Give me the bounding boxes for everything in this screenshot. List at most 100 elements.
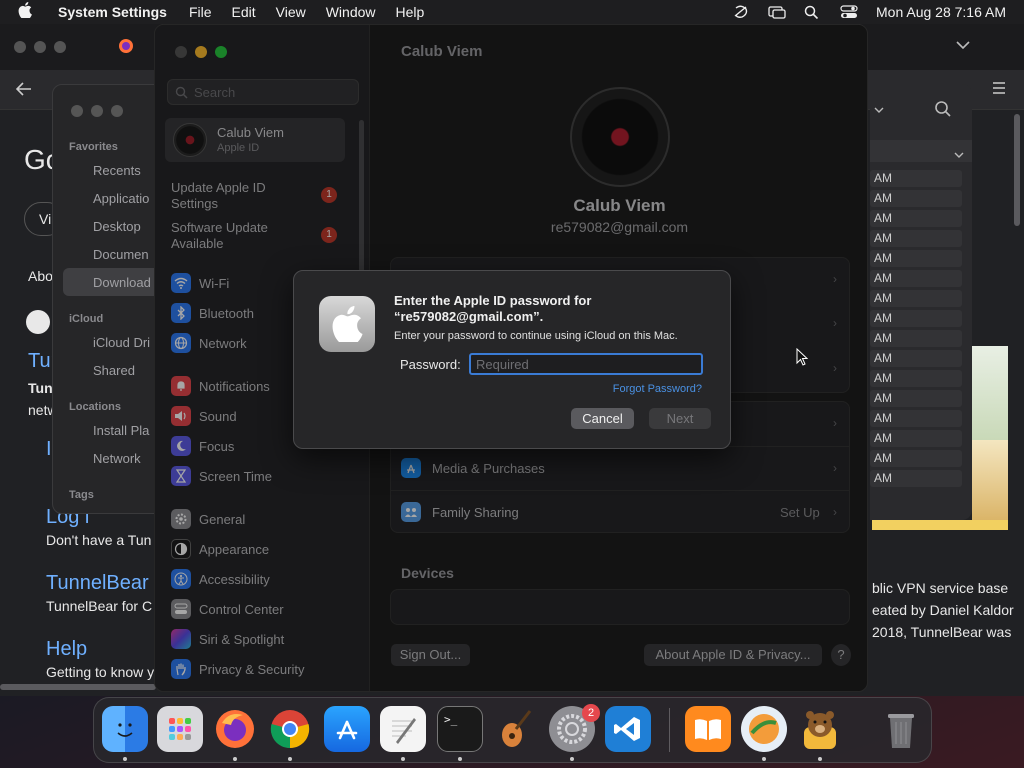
finder-item-downloads[interactable]: Download xyxy=(93,275,151,290)
dialog-message: Enter your password to continue using iC… xyxy=(394,330,678,342)
menu-bar: System Settings File Edit View Window He… xyxy=(0,0,1024,24)
timelist-filter-chevron-icon xyxy=(954,147,964,162)
timelist-dropdown-chevron-icon[interactable] xyxy=(874,102,884,117)
spotlight-search-icon[interactable] xyxy=(804,5,822,20)
finder-section-favorites: Favorites xyxy=(69,141,118,153)
timelist-search-icon[interactable] xyxy=(934,100,952,121)
timelist-filter-bar[interactable] xyxy=(870,140,972,162)
finder-item-network[interactable]: Network xyxy=(93,451,141,466)
textedit-icon[interactable] xyxy=(380,706,426,752)
next-button[interactable]: Next xyxy=(649,408,711,429)
time-row[interactable]: AM xyxy=(870,250,962,267)
trash-icon[interactable] xyxy=(878,706,924,752)
firefox-tab-icon[interactable] xyxy=(118,38,134,57)
browser-horizontal-scrollbar[interactable] xyxy=(0,684,156,690)
books-icon[interactable] xyxy=(685,706,731,752)
running-indicator xyxy=(458,757,462,761)
finder-section-icloud: iCloud xyxy=(69,313,104,325)
time-row[interactable]: AM xyxy=(870,330,962,347)
page-text-getting-to-know: Getting to know y xyxy=(46,664,155,680)
menu-window[interactable]: Window xyxy=(326,4,376,20)
apple-menu-icon[interactable] xyxy=(18,1,40,23)
finder-item-shared[interactable]: Shared xyxy=(93,363,135,378)
time-row[interactable]: AM xyxy=(870,170,962,187)
page-link-help[interactable]: Help xyxy=(46,638,87,661)
finder-minimize-button[interactable] xyxy=(91,105,103,117)
finder-item-install[interactable]: Install Pla xyxy=(93,423,149,438)
finder-item-applications[interactable]: Applicatio xyxy=(93,191,149,206)
dock: >_ 2 xyxy=(93,697,932,763)
terminal-prompt: >_ xyxy=(444,713,458,726)
site-logo-icon xyxy=(26,310,50,334)
page-text-no-account: Don't have a Tun xyxy=(46,532,152,548)
browser-zoom-button[interactable] xyxy=(54,41,66,53)
time-row[interactable]: AM xyxy=(870,270,962,287)
vpn-status-icon[interactable] xyxy=(732,5,750,19)
finder-item-recents[interactable]: Recents xyxy=(93,163,141,178)
tab-list-chevron-icon[interactable] xyxy=(956,38,970,53)
time-row[interactable]: AM xyxy=(870,290,962,307)
mouse-cursor-icon xyxy=(796,347,809,369)
tunnelbear-icon[interactable] xyxy=(797,706,843,752)
firefox-icon[interactable] xyxy=(212,706,258,752)
menu-edit[interactable]: Edit xyxy=(232,4,256,20)
menu-view[interactable]: View xyxy=(276,4,306,20)
time-row[interactable]: AM xyxy=(870,470,962,487)
page-wiki-line-2: eated by Daniel Kaldor xyxy=(872,602,1014,618)
chrome-icon[interactable] xyxy=(267,706,313,752)
garageband-icon[interactable] xyxy=(493,706,539,752)
browser-close-button[interactable] xyxy=(14,41,26,53)
running-indicator xyxy=(233,757,237,761)
control-center-toggle-icon[interactable] xyxy=(840,5,858,19)
back-arrow-icon[interactable] xyxy=(15,82,32,99)
time-row[interactable]: AM xyxy=(870,370,962,387)
running-indicator xyxy=(570,757,574,761)
menu-clock[interactable]: Mon Aug 28 7:16 AM xyxy=(876,4,1006,20)
running-indicator xyxy=(123,757,127,761)
page-link-tunnelbear[interactable]: TunnelBear xyxy=(46,572,149,595)
dock-separator xyxy=(669,708,670,752)
finder-close-button[interactable] xyxy=(71,105,83,117)
time-row[interactable]: AM xyxy=(870,210,962,227)
finder-icon[interactable] xyxy=(102,706,148,752)
time-row[interactable]: AM xyxy=(870,190,962,207)
page-about-text: Abo xyxy=(28,268,53,284)
finder-item-desktop[interactable]: Desktop xyxy=(93,219,141,234)
menu-app-name[interactable]: System Settings xyxy=(58,4,167,20)
time-row[interactable]: AM xyxy=(870,230,962,247)
page-thumbnail-strip xyxy=(872,520,1008,530)
finder-item-documents[interactable]: Documen xyxy=(93,247,149,262)
app-store-icon[interactable] xyxy=(324,706,370,752)
forgot-password-link[interactable]: Forgot Password? xyxy=(613,383,702,395)
terminal-icon[interactable]: >_ xyxy=(437,706,483,752)
password-input[interactable] xyxy=(469,353,703,375)
page-text-tunnelbear-for: TunnelBear for C xyxy=(46,598,153,614)
running-indicator xyxy=(818,757,822,761)
finder-item-icloud-drive[interactable]: iCloud Dri xyxy=(93,335,150,350)
apple-logo-icon xyxy=(319,296,375,352)
hamburger-menu-icon[interactable] xyxy=(992,82,1006,97)
browser-minimize-button[interactable] xyxy=(34,41,46,53)
password-label: Password: xyxy=(400,357,461,372)
cancel-button[interactable]: Cancel xyxy=(571,408,634,429)
time-row[interactable]: AM xyxy=(870,390,962,407)
apple-id-password-dialog: Enter the Apple ID password for “re57908… xyxy=(293,270,731,449)
vscode-icon[interactable] xyxy=(605,706,651,752)
running-indicator xyxy=(762,757,766,761)
screen-mirroring-icon[interactable] xyxy=(768,5,786,19)
time-list-window: AM AM AM AM AM AM AM AM AM AM AM AM AM A… xyxy=(870,84,972,520)
browser-scrollbar[interactable] xyxy=(1014,114,1020,226)
finder-zoom-button[interactable] xyxy=(111,105,123,117)
time-row[interactable]: AM xyxy=(870,450,962,467)
launchpad-icon[interactable] xyxy=(157,706,203,752)
finder-section-tags: Tags xyxy=(69,489,94,501)
page-link-l[interactable]: I xyxy=(46,438,52,461)
running-indicator xyxy=(401,757,405,761)
menu-help[interactable]: Help xyxy=(396,4,425,20)
safari-like-icon[interactable] xyxy=(741,706,787,752)
time-row[interactable]: AM xyxy=(870,430,962,447)
time-row[interactable]: AM xyxy=(870,350,962,367)
time-row[interactable]: AM xyxy=(870,310,962,327)
menu-file[interactable]: File xyxy=(189,4,212,20)
time-row[interactable]: AM xyxy=(870,410,962,427)
